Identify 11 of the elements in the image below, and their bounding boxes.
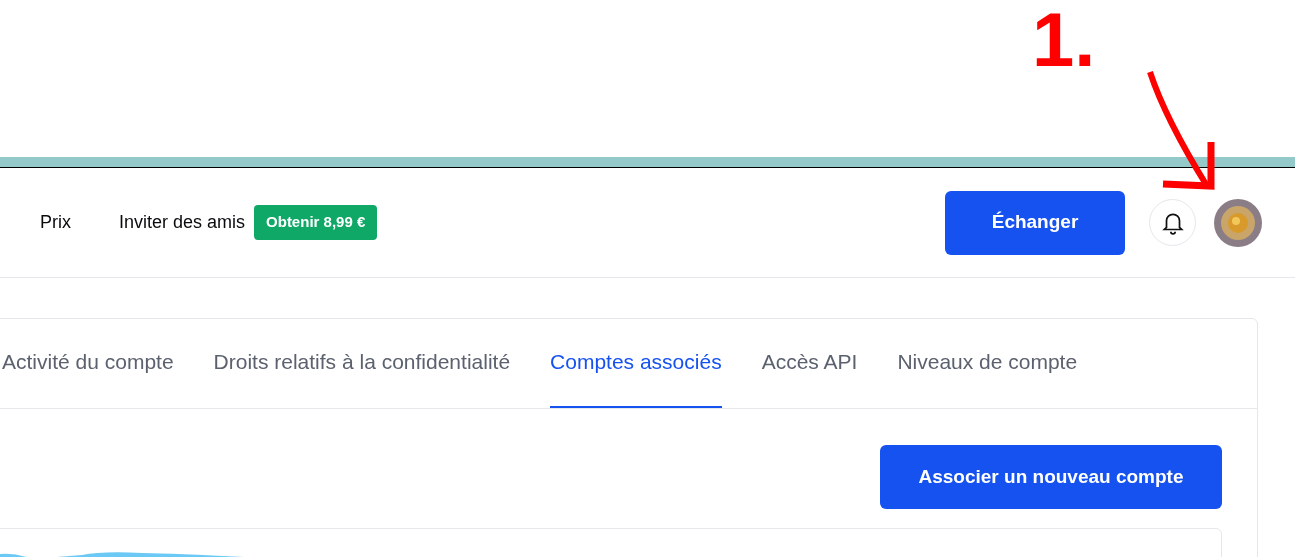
nav-link[interactable]: Inviter des amis [119, 209, 246, 236]
nav-link[interactable]: Prix [40, 209, 71, 236]
tab[interactable]: Activité du compte [2, 318, 174, 408]
tab[interactable]: Comptes associés [550, 318, 722, 408]
avatar[interactable] [1214, 198, 1262, 247]
tab[interactable]: Accès API [761, 318, 858, 408]
tab[interactable]: Niveaux de compte [897, 318, 1078, 408]
annotation-label: 1. [1032, 2, 1096, 78]
link-account-button[interactable]: Associer un nouveau compte [880, 445, 1222, 509]
tab[interactable]: Droits relatifs à la confidentialité [213, 318, 511, 408]
trade-button[interactable]: Échanger [945, 190, 1125, 255]
